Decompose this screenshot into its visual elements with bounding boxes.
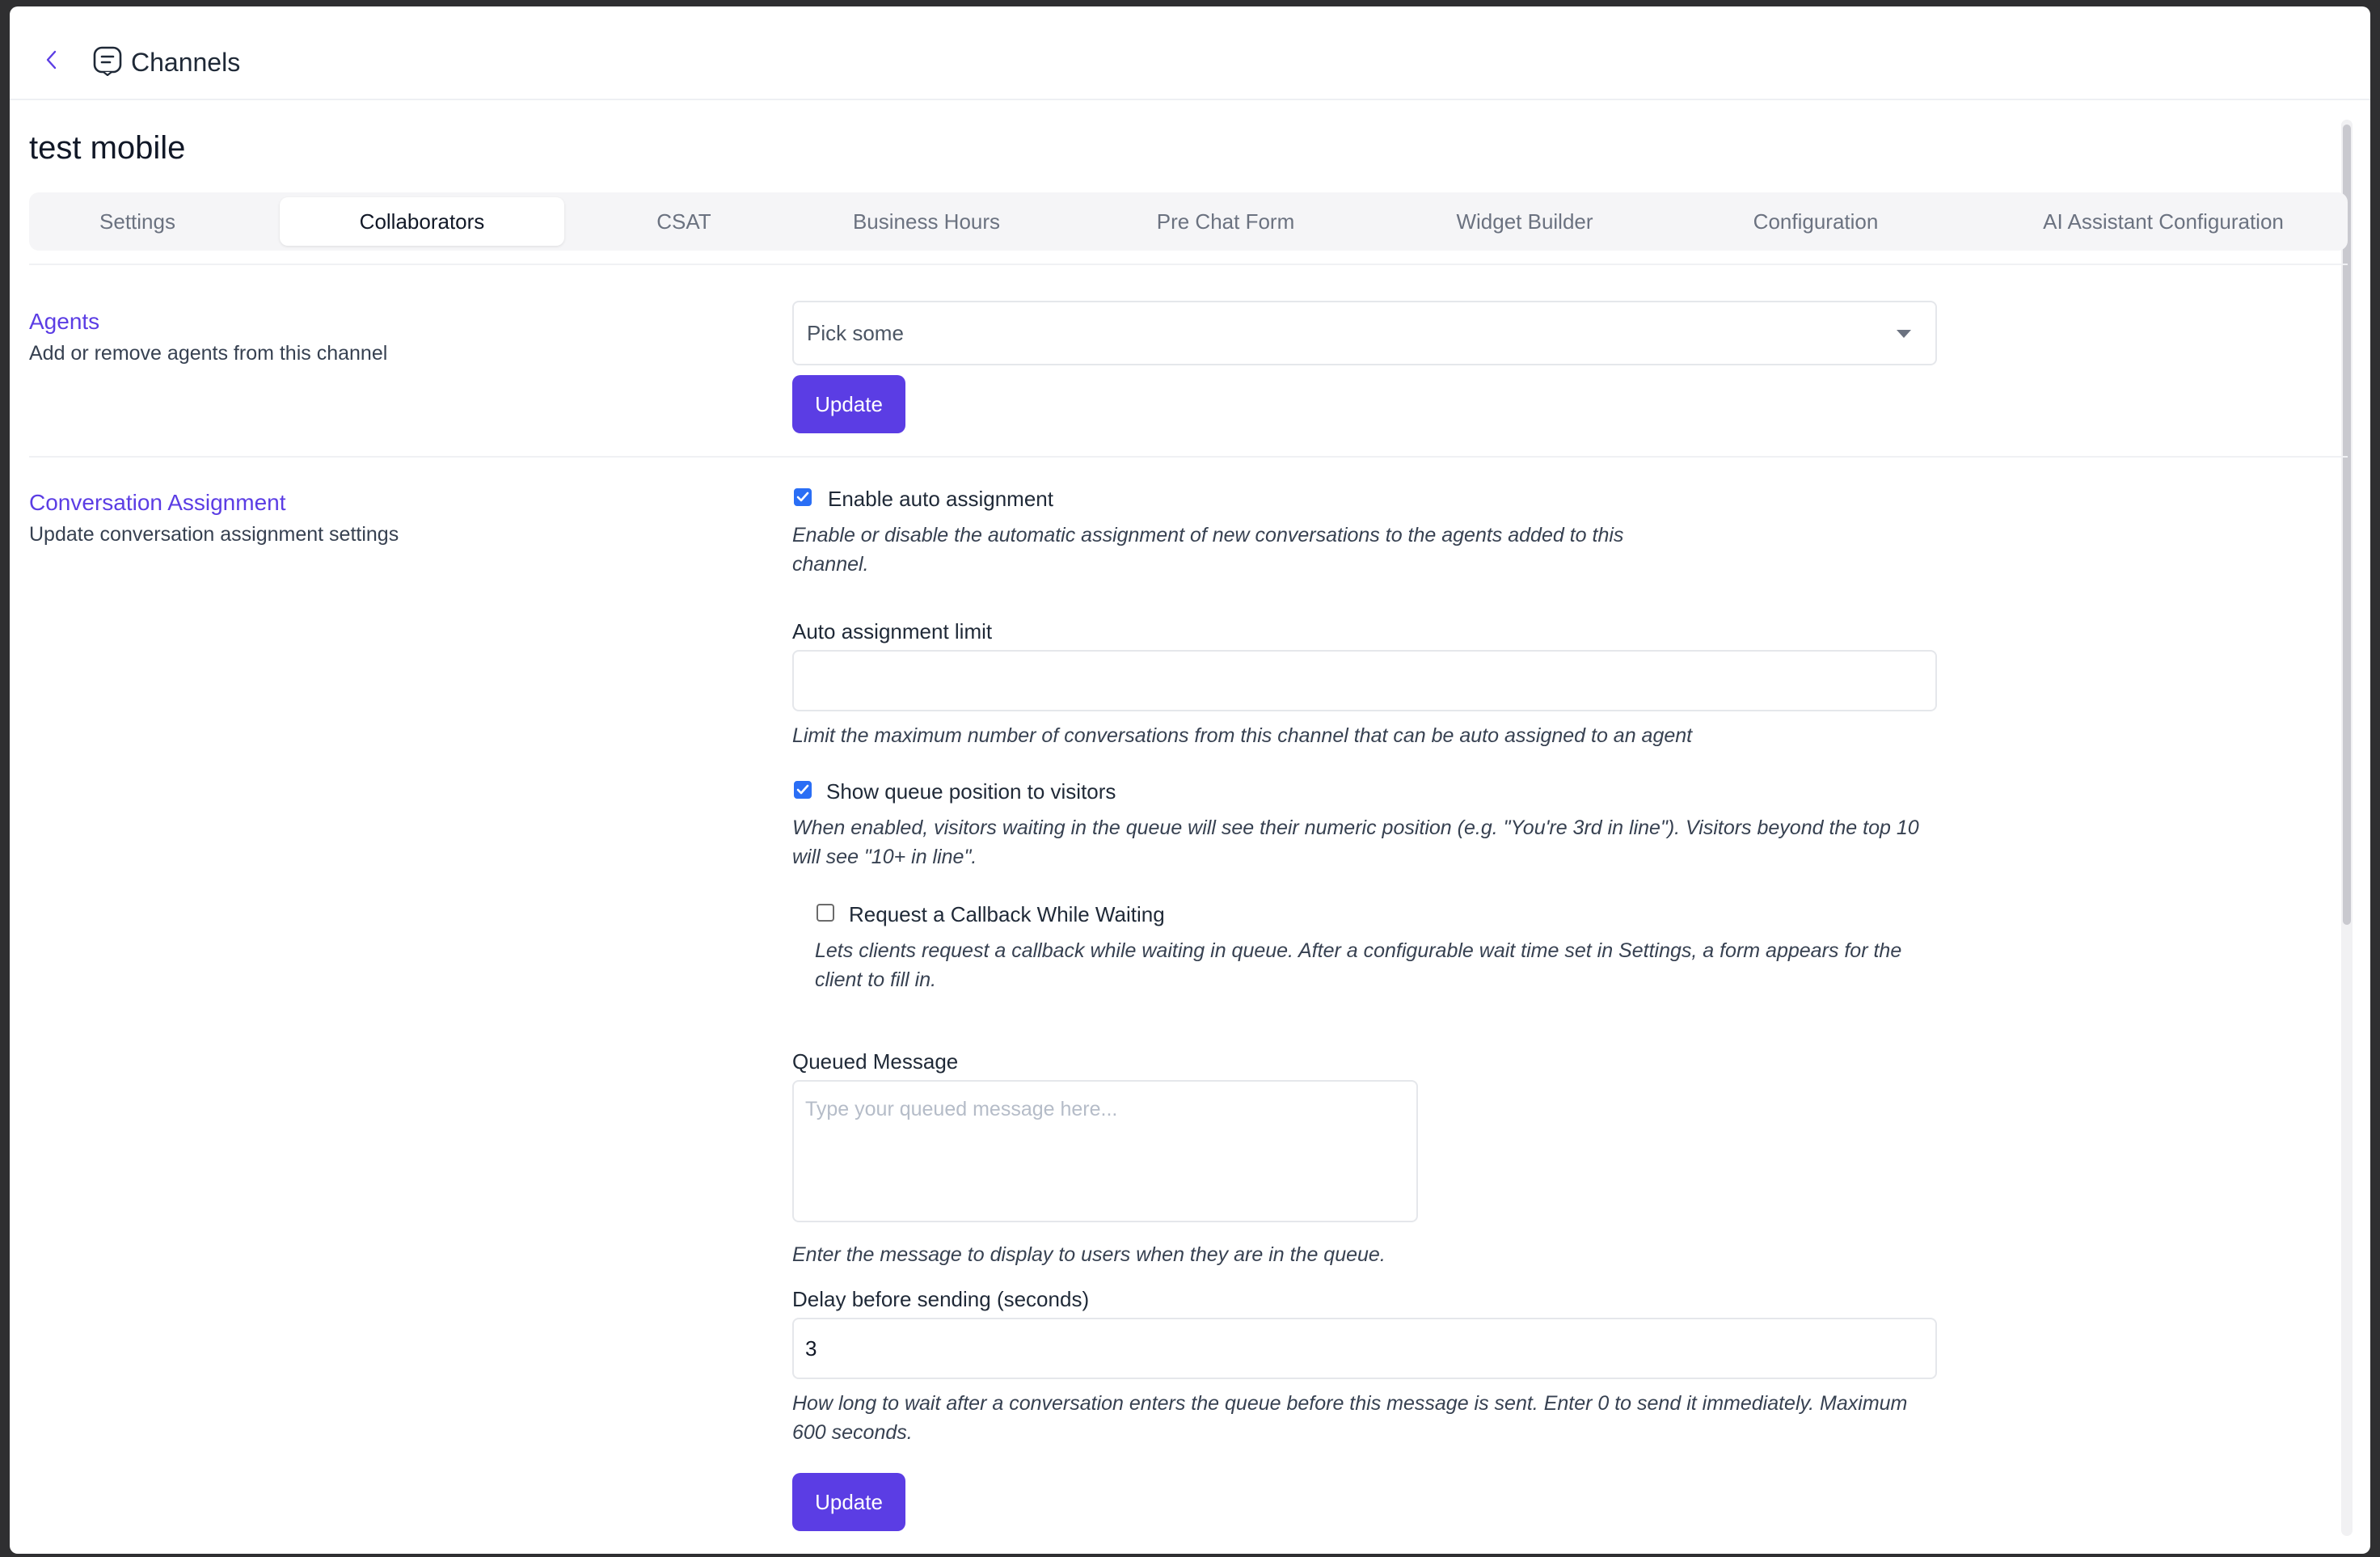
agents-section-subtitle: Add or remove agents from this channel [29, 342, 388, 365]
page-title: test mobile [29, 130, 186, 166]
auto-assignment-label: Enable auto assignment [828, 487, 1053, 511]
queue-position-checkbox[interactable] [794, 781, 812, 799]
assignment-section-subtitle: Update conversation assignment settings [29, 523, 399, 546]
tab-bar: Settings Collaborators CSAT Business Hou… [29, 192, 2348, 251]
tab-csat[interactable]: CSAT [611, 197, 757, 246]
queued-message-help: Enter the message to display to users wh… [792, 1243, 1386, 1266]
queue-position-label: Show queue position to visitors [826, 779, 1116, 804]
tab-configuration[interactable]: Configuration [1719, 197, 1913, 246]
tab-settings[interactable]: Settings [65, 197, 210, 246]
tab-ai-assistant-configuration[interactable]: AI Assistant Configuration [2010, 197, 2317, 246]
delay-help: How long to wait after a conversation en… [792, 1392, 1908, 1444]
top-bar: Channels [10, 6, 2370, 100]
queue-position-help: When enabled, visitors waiting in the qu… [792, 816, 1919, 868]
caret-down-icon [1897, 330, 1911, 338]
tab-collaborators[interactable]: Collaborators [280, 197, 564, 246]
back-button[interactable] [39, 47, 65, 73]
agents-update-button[interactable]: Update [792, 375, 905, 433]
agents-section-title: Agents [29, 309, 100, 334]
chevron-left-icon [46, 50, 57, 70]
assignment-limit-input[interactable] [792, 650, 1937, 711]
auto-assignment-checkbox[interactable] [794, 488, 812, 506]
agents-select[interactable]: Pick some [792, 301, 1937, 365]
callback-label: Request a Callback While Waiting [849, 902, 1165, 926]
assignment-section-title: Conversation Assignment [29, 490, 286, 515]
tab-business-hours[interactable]: Business Hours [829, 197, 1023, 246]
assignment-limit-help: Limit the maximum number of conversation… [792, 724, 1693, 747]
callback-help: Lets clients request a callback while wa… [815, 939, 1902, 991]
divider [29, 264, 2348, 265]
delay-input[interactable] [792, 1318, 1937, 1379]
queued-message-label: Queued Message [792, 1049, 959, 1074]
agents-select-placeholder: Pick some [807, 320, 904, 345]
divider [29, 456, 2348, 458]
assignment-limit-label: Auto assignment limit [792, 619, 993, 643]
queued-message-textarea[interactable] [792, 1080, 1418, 1222]
channels-icon [93, 46, 122, 76]
check-icon [796, 492, 809, 502]
tab-pre-chat-form[interactable]: Pre Chat Form [1129, 197, 1323, 246]
check-icon [796, 784, 809, 795]
callback-checkbox[interactable] [817, 904, 834, 922]
assignment-update-button[interactable]: Update [792, 1473, 905, 1531]
header-title: Channels [131, 48, 241, 77]
app-window: Channels test mobile Settings Collaborat… [10, 6, 2370, 1554]
auto-assignment-help: Enable or disable the automatic assignme… [792, 524, 1624, 576]
tab-widget-builder[interactable]: Widget Builder [1428, 197, 1622, 246]
delay-label: Delay before sending (seconds) [792, 1287, 1090, 1311]
